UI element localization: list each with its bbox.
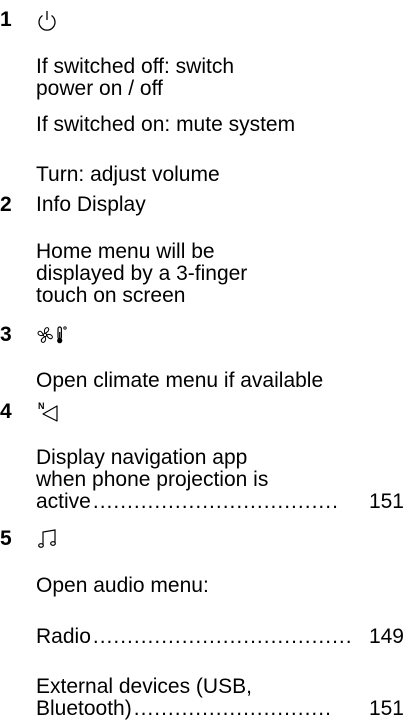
text-line: displayed by a 3-finger: [36, 262, 248, 285]
dot-leader: .............................: [133, 698, 332, 720]
text-line: when phone projection is: [36, 468, 269, 491]
item-5-description: Open audio menu:: [36, 575, 376, 597]
page-number-link[interactable]: 151: [369, 491, 404, 513]
page-number-link[interactable]: 149: [369, 626, 404, 648]
text-line: Open climate menu if available: [36, 369, 324, 392]
text-line: Home menu will be: [36, 240, 215, 263]
text-line: Open audio menu:: [36, 574, 209, 597]
text-line: touch on screen: [36, 284, 186, 307]
power-icon: [36, 7, 58, 33]
item-3-description: Open climate menu if available: [36, 370, 376, 392]
item-number: 5: [0, 527, 12, 550]
text-line: If switched off: switch: [36, 55, 235, 78]
item-1-description-c: Turn: adjust volume: [36, 164, 376, 186]
item-number: 1: [0, 8, 12, 31]
radio-reference: Radio ..................................…: [36, 626, 404, 648]
text-line: External devices (USB,: [36, 675, 252, 698]
text-line: Display navigation app: [36, 446, 248, 469]
page-reference: Radio ..................................…: [36, 626, 404, 648]
page-number-link[interactable]: 151: [369, 698, 404, 720]
manual-page: 1 If switched off: switch power on / off…: [0, 0, 404, 721]
text-line: power on / off: [36, 77, 163, 100]
reference-label: Bluetooth): [36, 698, 132, 720]
dot-leader: ....................................: [92, 491, 339, 513]
item-1-description-a: If switched off: switch power on / off: [36, 56, 376, 100]
page-reference: active .................................…: [36, 491, 404, 513]
page-reference: Bluetooth) .............................…: [36, 698, 404, 720]
text-line: Turn: adjust volume: [36, 163, 220, 186]
reference-label: Radio: [36, 626, 91, 648]
item-number: 2: [0, 193, 12, 216]
climate-icon: [36, 322, 70, 348]
item-1-description-b: If switched on: mute system: [36, 114, 376, 136]
text-line: If switched on: mute system: [36, 113, 296, 136]
item-title: Info Display: [36, 193, 146, 216]
dot-leader: ......................................: [92, 626, 353, 648]
item-4-description: Display navigation app when phone projec…: [36, 446, 404, 513]
music-icon: [36, 526, 60, 552]
navigation-icon: N: [36, 399, 62, 425]
external-devices-reference: External devices (USB, Bluetooth) ......…: [36, 675, 404, 720]
item-number: 3: [0, 323, 12, 346]
reference-label: active: [36, 491, 91, 513]
svg-text:N: N: [38, 401, 45, 411]
item-2-description: Home menu will be displayed by a 3-finge…: [36, 241, 376, 307]
item-number: 4: [0, 400, 12, 423]
